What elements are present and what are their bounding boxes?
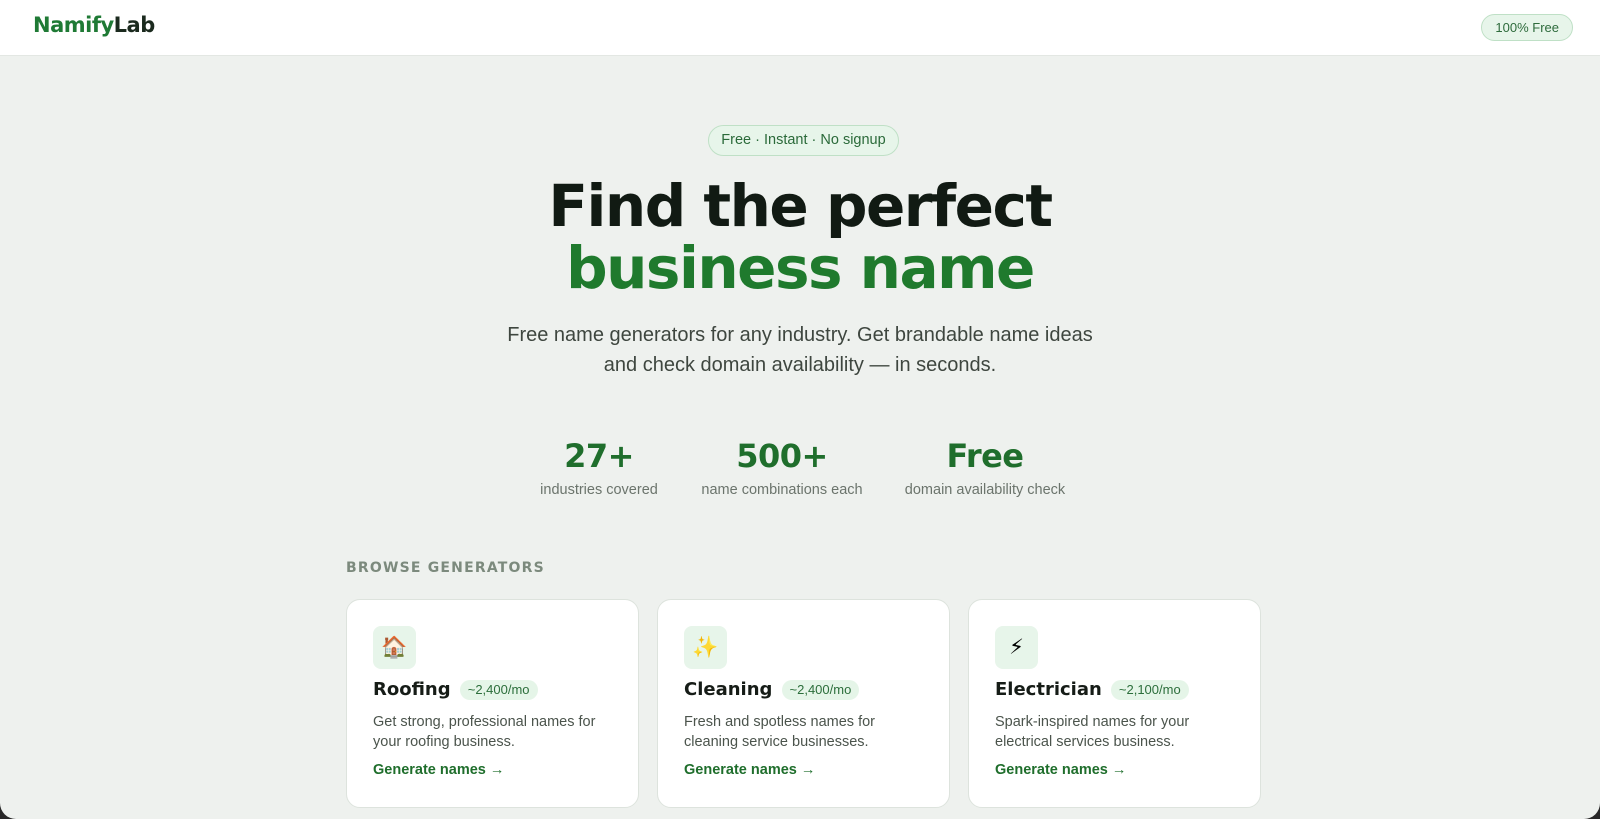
search-volume-badge: ~2,400/mo <box>459 679 538 700</box>
hero-title-line2: business name <box>566 234 1035 302</box>
card-description: Get strong, professional names for your … <box>373 714 596 750</box>
stat-label: name combinations each <box>701 482 863 498</box>
card-title-row: Cleaning ~2,400/mo <box>684 679 860 700</box>
lightning-icon: ⚡ <box>995 626 1038 669</box>
generate-names-link[interactable]: Generate names → <box>684 762 815 778</box>
hero-title-line1: Find the perfect <box>548 172 1053 240</box>
generate-names-link[interactable]: Generate names → <box>373 762 504 778</box>
browser-viewport: NamifyLab 100% Free Free · Instant · No … <box>0 0 1600 819</box>
stat-combinations: 500+ name combinations each <box>692 436 872 498</box>
card-title-row: Electrician ~2,100/mo <box>995 679 1189 700</box>
hero-subtitle-line2: and check domain availability — in secon… <box>603 354 997 376</box>
logo-part-namify: Namify <box>33 13 114 37</box>
stat-value: 27+ <box>564 437 634 475</box>
logo-link[interactable]: NamifyLab <box>33 13 155 37</box>
hero-tagline-pill: Free · Instant · No signup <box>708 125 899 156</box>
generate-names-link[interactable]: Generate names → <box>995 762 1126 778</box>
top-navbar: NamifyLab 100% Free <box>0 0 1600 56</box>
hero-subtitle-line1: Free name generators for any industry. G… <box>507 324 1093 346</box>
stat-value: 500+ <box>736 437 828 475</box>
search-volume-badge: ~2,400/mo <box>781 679 860 700</box>
sparkles-icon: ✨ <box>684 626 727 669</box>
stat-label: domain availability check <box>904 482 1066 498</box>
stat-domain: Free domain availability check <box>895 436 1075 498</box>
house-icon: 🏠 <box>373 626 416 669</box>
card-description: Spark-inspired names for your electrical… <box>995 714 1190 750</box>
card-title: Cleaning <box>684 679 773 700</box>
search-volume-badge: ~2,100/mo <box>1110 679 1189 700</box>
stat-value: Free <box>946 437 1025 475</box>
stat-industries: 27+ industries covered <box>529 436 669 498</box>
card-title-row: Roofing ~2,400/mo <box>373 679 538 700</box>
logo-part-lab: Lab <box>113 13 156 37</box>
generator-card-roofing[interactable]: 🏠 Roofing ~2,400/mo Get strong, professi… <box>346 599 639 808</box>
card-title: Roofing <box>373 679 451 700</box>
generator-card-electrician[interactable]: ⚡ Electrician ~2,100/mo Spark-inspired n… <box>968 599 1261 808</box>
generator-card-cleaning[interactable]: ✨ Cleaning ~2,400/mo Fresh and spotless … <box>657 599 950 808</box>
free-badge: 100% Free <box>1481 14 1573 41</box>
stat-label: industries covered <box>540 482 658 498</box>
card-title: Electrician <box>995 679 1102 700</box>
browse-heading: BROWSE GENERATORS <box>346 560 545 576</box>
card-description: Fresh and spotless names for cleaning se… <box>684 714 876 750</box>
